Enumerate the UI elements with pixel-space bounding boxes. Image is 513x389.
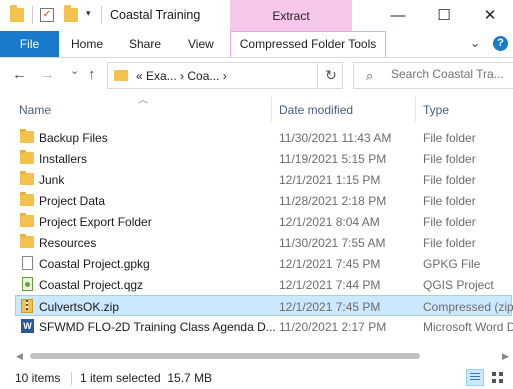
divider bbox=[71, 372, 72, 385]
word-document-icon: W bbox=[21, 319, 34, 333]
folder-icon bbox=[20, 171, 34, 185]
table-row[interactable]: Coastal Project.gpkg 12/1/2021 7:45 PM GPK… bbox=[16, 253, 513, 274]
column-header-date[interactable]: Date modified bbox=[279, 103, 353, 117]
table-row[interactable]: Backup Files 11/30/2021 11:43 AM File fold… bbox=[16, 127, 513, 148]
folder-icon bbox=[20, 129, 34, 143]
file-date-modified: 12/1/2021 1:15 PM bbox=[279, 173, 381, 187]
close-button[interactable]: ✕ bbox=[467, 0, 513, 31]
file-name: CulvertsOK.zip bbox=[39, 300, 120, 314]
file-date-modified: 11/20/2021 2:17 PM bbox=[279, 320, 387, 334]
status-bar: 10 items 1 item selected 15.7 MB bbox=[0, 366, 513, 389]
search-icon: ⌕ bbox=[366, 68, 374, 83]
file-date-modified: 12/1/2021 8:04 AM bbox=[279, 215, 380, 229]
divider bbox=[32, 6, 33, 24]
breadcrumb[interactable]: « Exa... › Coa... › bbox=[136, 69, 227, 83]
file-date-modified: 11/30/2021 7:55 AM bbox=[279, 236, 386, 250]
scroll-left-icon[interactable]: ◀ bbox=[16, 351, 23, 362]
table-row[interactable]: Coastal Project.qgz 12/1/2021 7:44 PM QGIS… bbox=[16, 274, 513, 295]
file-date-modified: 12/1/2021 7:44 PM bbox=[279, 278, 381, 292]
refresh-icon[interactable]: ↻ bbox=[317, 63, 344, 88]
table-row[interactable]: Project Export Folder 12/1/2021 8:04 AM Fi… bbox=[16, 211, 513, 232]
file-type: Microsoft Word D bbox=[423, 320, 513, 334]
file-name: SFWMD FLO-2D Training Class Agenda D... bbox=[39, 320, 276, 334]
column-divider[interactable] bbox=[271, 97, 272, 122]
file-type: File folder bbox=[423, 173, 476, 187]
search-box[interactable]: ⌕ bbox=[353, 62, 513, 89]
customize-toolbar-icon[interactable]: ▾ bbox=[86, 8, 91, 19]
document-icon bbox=[22, 256, 33, 270]
file-name: Coastal Project.qgz bbox=[39, 278, 144, 292]
column-header-type[interactable]: Type bbox=[423, 103, 449, 117]
ribbon-tabs: File Home Share View Compressed Folder T… bbox=[0, 31, 513, 58]
folder-icon bbox=[20, 150, 34, 164]
selection-info: 1 item selected 15.7 MB bbox=[80, 371, 213, 385]
table-row[interactable]: Installers 11/19/2021 5:15 PM File folder bbox=[16, 148, 513, 169]
file-date-modified: 12/1/2021 7:45 PM bbox=[279, 300, 381, 314]
sort-ascending-icon: ︿ bbox=[138, 95, 148, 106]
divider bbox=[101, 6, 102, 24]
large-icons-view-icon[interactable] bbox=[490, 370, 505, 385]
qgis-project-icon bbox=[22, 277, 33, 291]
folder-icon bbox=[20, 192, 34, 206]
file-type: File folder bbox=[423, 131, 476, 145]
table-row[interactable]: Junk 12/1/2021 1:15 PM File folder bbox=[16, 169, 513, 190]
file-type: File folder bbox=[423, 152, 476, 166]
column-headers: ︿ Name Date modified Type bbox=[0, 95, 513, 122]
scrollbar-thumb[interactable] bbox=[30, 353, 420, 359]
tab-share[interactable]: Share bbox=[129, 37, 161, 51]
file-type: QGIS Project bbox=[423, 278, 494, 292]
navigation-bar: ← → ⌄ ↑ « Exa... › Coa... › ↻ ⌕ bbox=[0, 58, 513, 92]
table-row[interactable]: CulvertsOK.zip 12/1/2021 7:45 PM Compresse… bbox=[15, 295, 513, 316]
maximize-button[interactable]: ☐ bbox=[421, 0, 467, 31]
file-name: Junk bbox=[39, 173, 65, 187]
table-row[interactable]: Project Data 11/28/2021 2:18 PM File folde… bbox=[16, 190, 513, 211]
file-type: File folder bbox=[423, 194, 476, 208]
folder-icon bbox=[10, 5, 24, 22]
new-folder-icon[interactable] bbox=[64, 5, 78, 22]
file-type: File folder bbox=[423, 236, 476, 250]
table-row[interactable]: Resources 11/30/2021 7:55 AM File folder bbox=[16, 232, 513, 253]
chevron-down-icon[interactable]: ⌄ bbox=[470, 36, 480, 50]
file-name: Coastal Project.gpkg bbox=[39, 257, 150, 271]
title-bar: ✓ ▾ Coastal Training Extract — ☐ ✕ bbox=[0, 0, 513, 31]
recent-locations-icon[interactable]: ⌄ bbox=[70, 64, 79, 77]
column-divider[interactable] bbox=[415, 97, 416, 122]
file-type: File folder bbox=[423, 215, 476, 229]
details-view-icon[interactable] bbox=[466, 369, 484, 386]
folder-icon bbox=[20, 234, 34, 248]
table-row[interactable]: W SFWMD FLO-2D Training Class Agenda D...… bbox=[16, 316, 513, 337]
column-header-name[interactable]: Name bbox=[19, 103, 51, 117]
forward-arrow-icon[interactable]: → bbox=[40, 66, 55, 83]
tab-home[interactable]: Home bbox=[71, 37, 103, 51]
file-date-modified: 11/30/2021 11:43 AM bbox=[279, 131, 392, 145]
file-date-modified: 11/19/2021 5:15 PM bbox=[279, 152, 387, 166]
file-name: Resources bbox=[39, 236, 97, 250]
file-name: Installers bbox=[39, 152, 88, 166]
file-date-modified: 12/1/2021 7:45 PM bbox=[279, 257, 381, 271]
file-type: Compressed (zip bbox=[423, 300, 513, 314]
file-date-modified: 11/28/2021 2:18 PM bbox=[279, 194, 387, 208]
window-title: Coastal Training bbox=[110, 8, 201, 22]
tab-compressed-folder-tools[interactable]: Compressed Folder Tools bbox=[230, 31, 386, 57]
extract-tab-group: Extract bbox=[230, 0, 352, 31]
folder-icon bbox=[20, 213, 34, 227]
up-arrow-icon[interactable]: ↑ bbox=[88, 66, 96, 83]
search-input[interactable] bbox=[391, 67, 513, 81]
item-count: 10 items bbox=[15, 371, 61, 385]
properties-icon[interactable]: ✓ bbox=[40, 8, 54, 22]
back-arrow-icon[interactable]: ← bbox=[12, 66, 27, 83]
help-icon[interactable]: ? bbox=[493, 36, 508, 51]
folder-icon bbox=[114, 70, 128, 81]
zip-folder-icon bbox=[21, 299, 33, 313]
horizontal-scrollbar[interactable]: ◀ ▶ bbox=[16, 349, 513, 363]
address-bar[interactable]: « Exa... › Coa... › ↻ bbox=[107, 62, 343, 89]
scroll-right-icon[interactable]: ▶ bbox=[502, 351, 509, 362]
tab-file[interactable]: File bbox=[0, 31, 59, 57]
tab-view[interactable]: View bbox=[188, 37, 214, 51]
file-name: Project Export Folder bbox=[39, 215, 152, 229]
file-name: Project Data bbox=[39, 194, 106, 208]
minimize-button[interactable]: — bbox=[375, 0, 421, 31]
file-name: Backup Files bbox=[39, 131, 108, 145]
file-type: GPKG File bbox=[423, 257, 481, 271]
